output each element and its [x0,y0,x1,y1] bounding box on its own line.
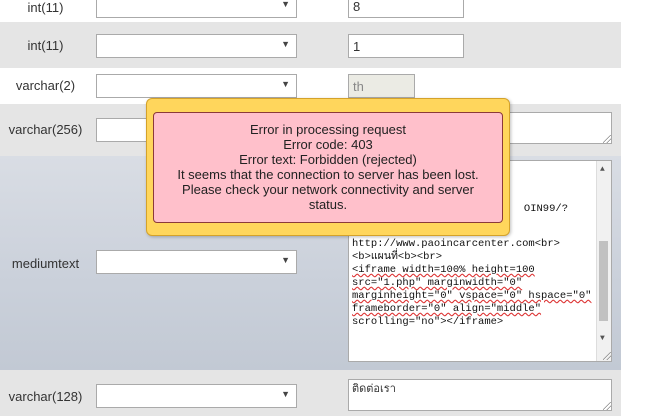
error-detail: It seems that the connection to server h… [177,167,479,182]
error-message-box: Error in processing request Error code: … [153,112,503,223]
column-type: int(11) [27,38,64,53]
error-code: Error code: 403 [283,137,373,152]
error-dialog: Error in processing request Error code: … [146,98,510,236]
column-type: varchar(256) [8,122,83,137]
dropdown-arrow-icon: ▼ [281,0,290,9]
dropdown-arrow-icon: ▼ [281,389,290,399]
scrollbar-thumb[interactable] [599,241,608,321]
error-detail: status. [308,197,348,212]
text-line: src="1.php" marginwidth="0" [352,277,523,289]
error-detail: Please check your network connectivity a… [182,182,474,197]
dropdown-arrow-icon: ▼ [281,255,290,265]
column-row: varchar(128) ▼ ติดต่อเรา [0,370,621,416]
column-row: int(11) ▼ 8 [0,0,621,22]
text-line: <iframe width=100% height=100 [352,264,535,276]
column-type: int(11) [27,0,64,15]
value-textarea[interactable]: ติดต่อเรา [348,379,612,411]
function-select[interactable]: ▼ [96,74,297,98]
value-input[interactable]: 8 [348,0,464,18]
column-type: mediumtext [11,256,80,271]
text-line: frameborder="0" align="middle" [352,303,542,315]
error-title: Error in processing request [249,122,407,137]
column-row: int(11) ▼ 1 [0,22,621,68]
scroll-down-icon[interactable]: ▼ [600,332,605,345]
function-select[interactable]: ▼ [96,0,297,18]
resize-handle-icon[interactable] [603,352,611,360]
column-type: varchar(128) [8,389,83,404]
dropdown-arrow-icon: ▼ [281,39,290,49]
text-line: scrolling="no"></iframe> [352,316,504,328]
resize-handle-icon[interactable] [603,402,611,410]
value-input: th [348,74,415,98]
error-text: Error text: Forbidden (rejected) [239,152,417,167]
function-select[interactable]: ▼ [96,250,297,274]
scroll-up-icon[interactable]: ▲ [600,163,605,176]
function-select[interactable]: ▼ [96,34,297,58]
dropdown-arrow-icon: ▼ [281,79,290,89]
column-type: varchar(2) [15,78,76,93]
value-input[interactable]: 1 [348,34,464,58]
text-line: <b>แผนที่<b><br> [352,251,443,263]
text-line: marginheight="0" vspace="0" hspace="0" [352,290,592,302]
textarea-scrollbar[interactable]: ▲ ▼ [596,161,611,361]
resize-handle-icon[interactable] [603,135,611,143]
function-select[interactable]: ▼ [96,384,297,408]
text-line: http://www.paoincarcenter.com<br> [352,238,560,250]
